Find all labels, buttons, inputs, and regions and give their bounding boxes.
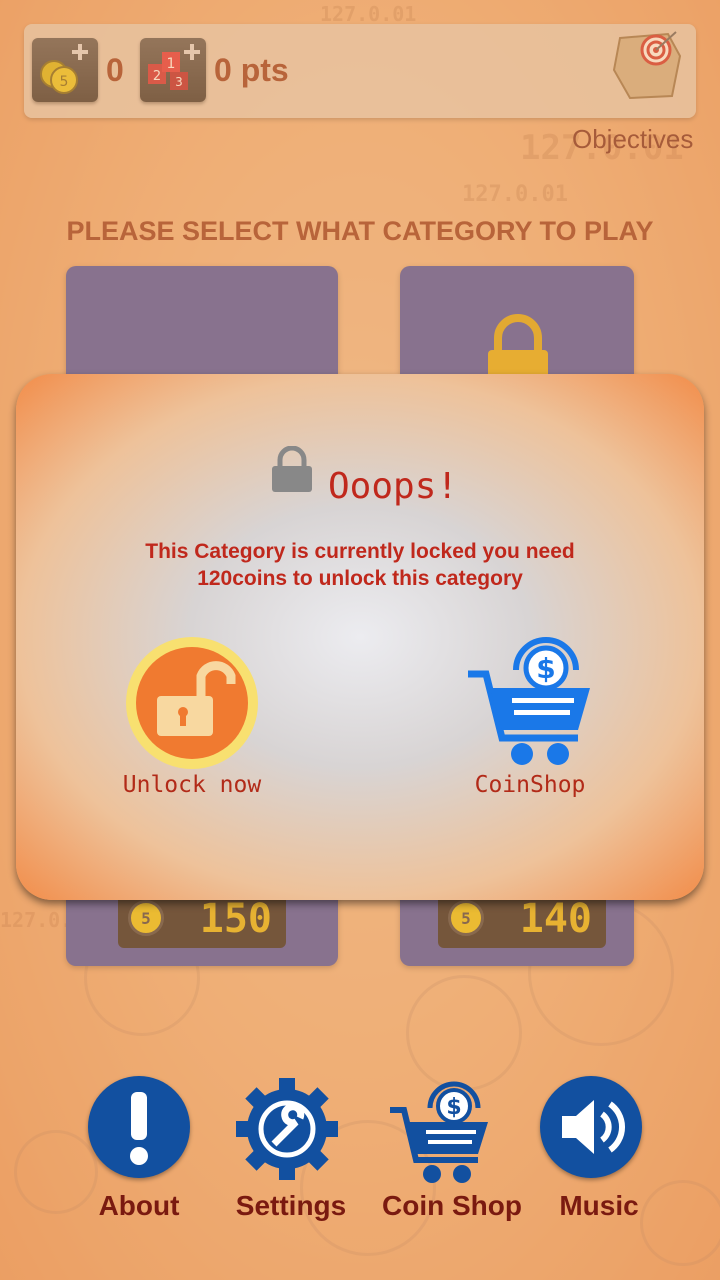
exclamation-icon bbox=[130, 1092, 148, 1165]
lock-icon bbox=[272, 446, 312, 492]
settings-button[interactable] bbox=[234, 1076, 340, 1182]
svg-text:$: $ bbox=[446, 1095, 461, 1120]
about-button[interactable] bbox=[88, 1076, 190, 1178]
svg-text:$: $ bbox=[536, 652, 555, 685]
coinshop-button[interactable]: $ bbox=[462, 634, 598, 770]
settings-label[interactable]: Settings bbox=[216, 1190, 366, 1222]
music-button[interactable] bbox=[540, 1076, 642, 1178]
dialog-message: This Category is currently locked you ne… bbox=[145, 540, 575, 590]
gear-wrench-icon bbox=[236, 1078, 338, 1180]
coin-shop-label[interactable]: Coin Shop bbox=[370, 1190, 534, 1222]
unlock-now-label[interactable]: Unlock now bbox=[106, 772, 278, 798]
coinshop-label[interactable]: CoinShop bbox=[460, 772, 600, 798]
shopping-cart-icon: $ bbox=[468, 637, 590, 765]
about-label[interactable]: About bbox=[64, 1190, 214, 1222]
shopping-cart-icon: $ bbox=[390, 1081, 488, 1183]
coin-shop-button[interactable]: $ bbox=[386, 1078, 492, 1184]
speaker-icon bbox=[562, 1100, 625, 1154]
dialog-title: Ooops! bbox=[328, 466, 459, 507]
unlock-icon bbox=[126, 637, 258, 769]
music-label[interactable]: Music bbox=[524, 1190, 674, 1222]
